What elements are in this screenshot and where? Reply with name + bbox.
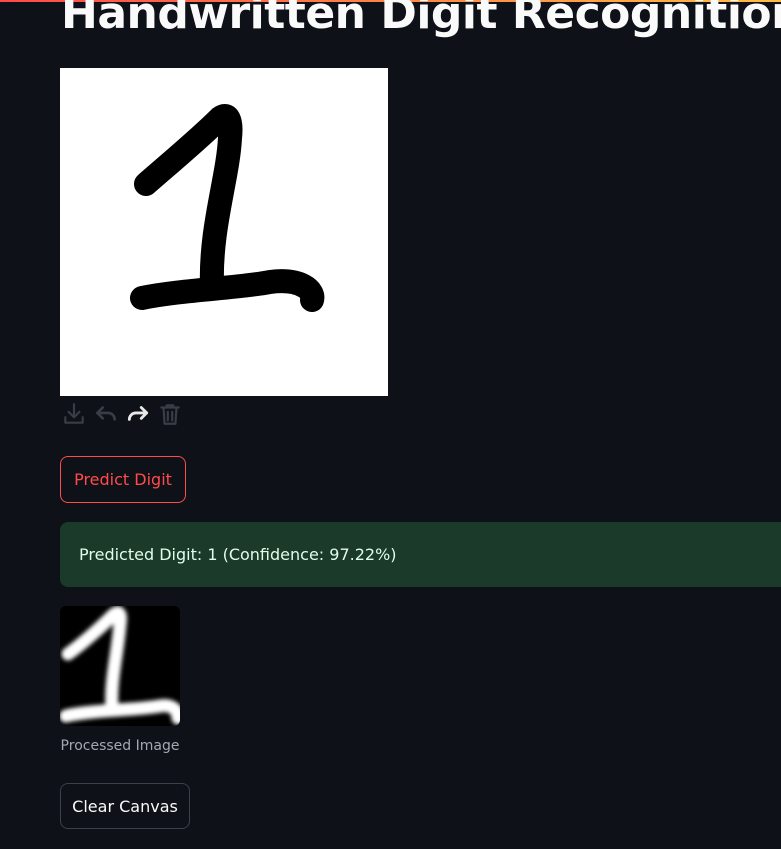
prediction-result-alert: Predicted Digit: 1 (Confidence: 97.22%) (60, 522, 781, 587)
clear-canvas-button[interactable]: Clear Canvas (60, 783, 190, 829)
download-icon[interactable] (60, 400, 88, 428)
prediction-result-text: Predicted Digit: 1 (Confidence: 97.22%) (79, 545, 397, 564)
drawing-canvas[interactable] (60, 68, 388, 396)
undo-icon[interactable] (92, 400, 120, 428)
processed-image-caption: Processed Image (60, 738, 180, 754)
predict-digit-button[interactable]: Predict Digit (60, 456, 186, 503)
redo-icon[interactable] (124, 400, 152, 428)
trash-icon[interactable] (156, 400, 184, 428)
page-title: Handwritten Digit Recognition (61, 0, 781, 39)
canvas-toolbar (60, 400, 184, 428)
drawn-digit (130, 104, 325, 312)
processed-image (60, 606, 180, 726)
